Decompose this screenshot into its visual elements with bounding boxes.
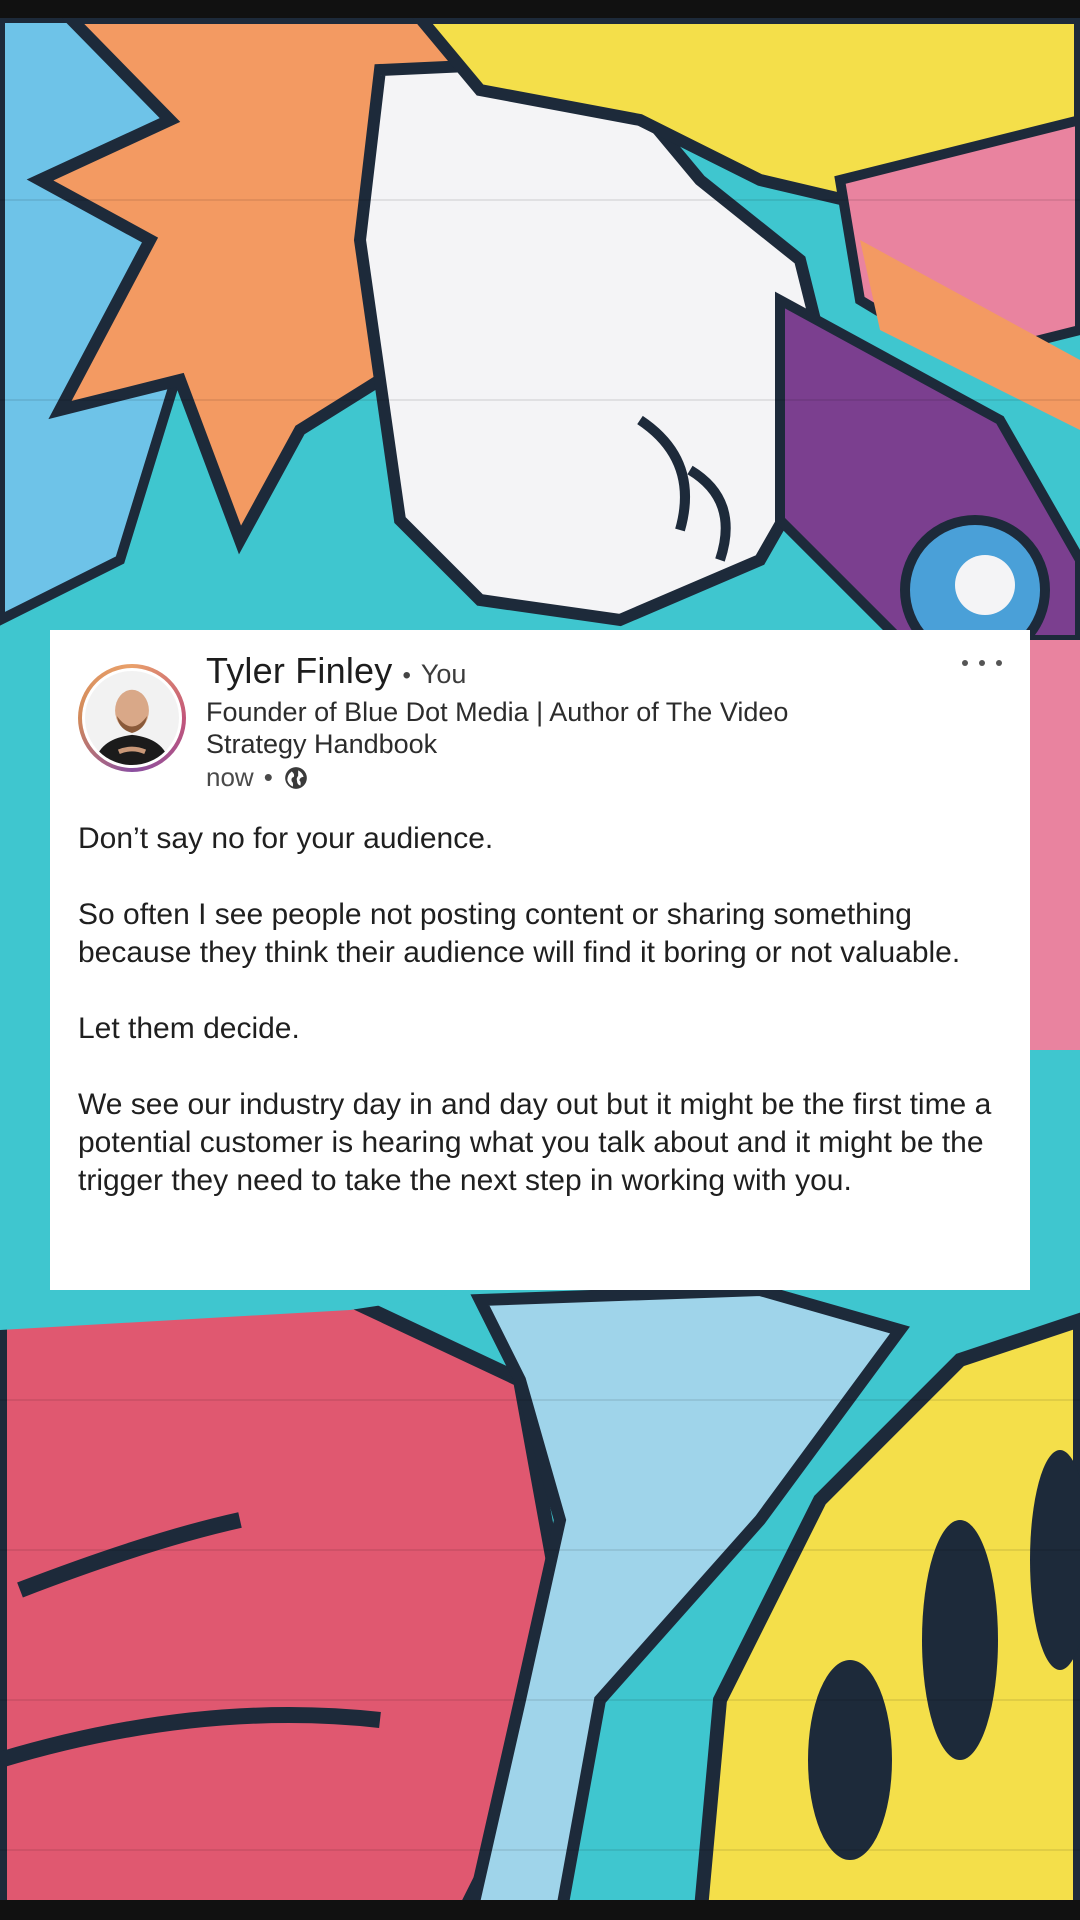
author-name[interactable]: Tyler Finley	[206, 650, 392, 692]
time-separator: •	[263, 762, 273, 792]
more-options-icon[interactable]	[962, 652, 1002, 674]
bottom-edge-bar	[0, 1900, 1080, 1920]
top-edge-bar	[0, 0, 1080, 18]
post-paragraph: So often I see people not posting conten…	[78, 898, 961, 969]
author-name-line: Tyler Finley • You	[206, 650, 906, 692]
story-screen: Tyler Finley • You Founder of Blue Dot M…	[0, 0, 1080, 1920]
name-separator: •	[402, 662, 411, 689]
relation-label: You	[420, 659, 467, 689]
post-paragraph: We see our industry day in and day out b…	[78, 1088, 1000, 1197]
author-headline: Founder of Blue Dot Media | Author of Th…	[206, 697, 789, 759]
post-paragraph: Don’t say no for your audience.	[78, 822, 494, 855]
post-body: Don’t say no for your audience. So often…	[78, 820, 1008, 1200]
author-avatar[interactable]	[78, 664, 186, 772]
post-meta: now •	[206, 762, 906, 793]
author-info: Tyler Finley • You Founder of Blue Dot M…	[206, 650, 906, 793]
post-time: now	[206, 762, 254, 792]
avatar-photo	[85, 671, 179, 765]
post-paragraph: Let them decide.	[78, 1012, 300, 1045]
post-card: Tyler Finley • You Founder of Blue Dot M…	[50, 630, 1030, 1290]
globe-icon	[283, 765, 309, 791]
